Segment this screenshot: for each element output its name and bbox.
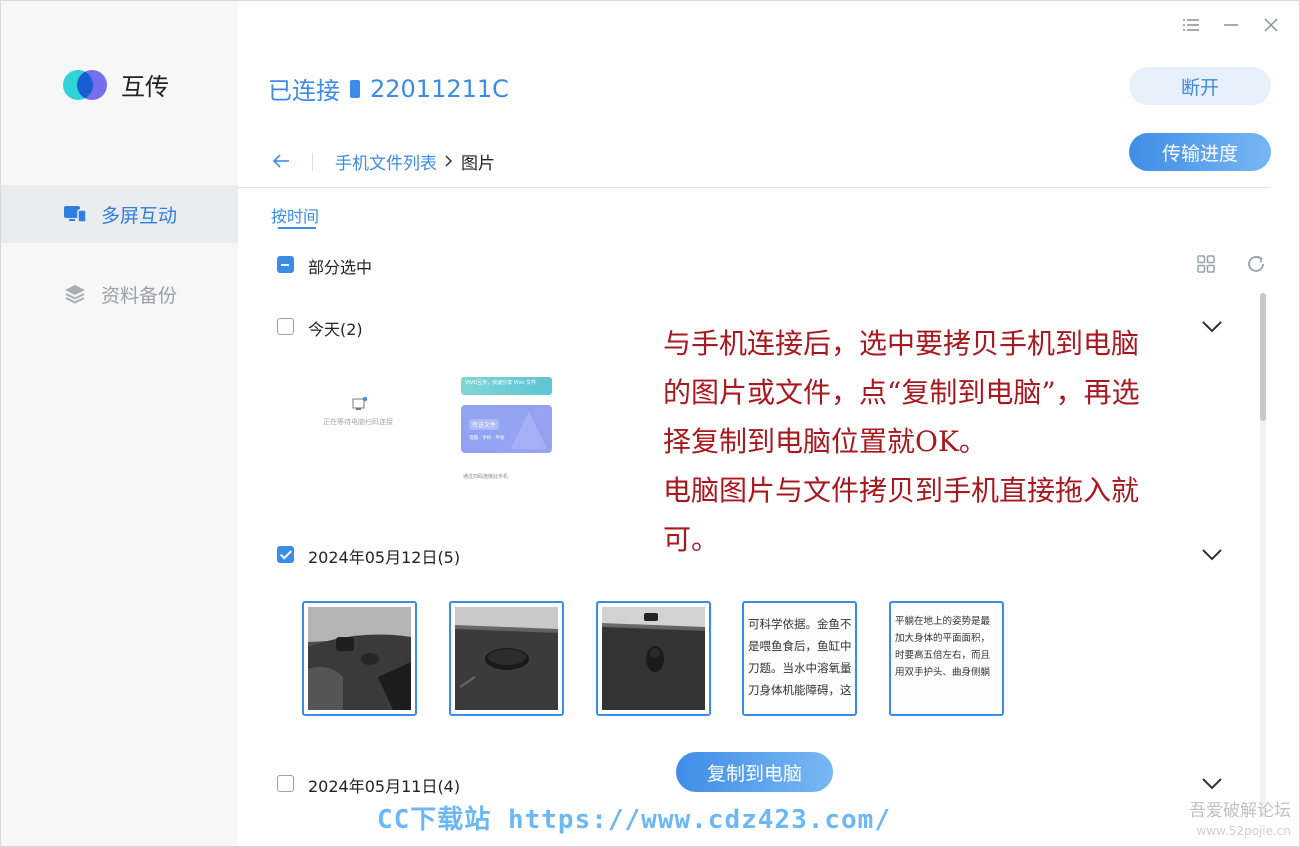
status-text: 已连接 <box>268 77 340 105</box>
group-label-0512: 2024年05月12日(5) <box>308 548 461 567</box>
thumbnail-text-line: 是喂鱼食后，鱼缸中 <box>748 639 851 653</box>
sidebar-item-label: 多屏互动 <box>101 204 178 227</box>
breadcrumb: 手机文件列表 图片 <box>272 149 495 174</box>
sidebar-item-backup[interactable]: 资料备份 <box>1 265 238 323</box>
breadcrumb-current: 图片 <box>461 154 495 174</box>
watermark-left: CC下载站 https://www.cdz423.com/ <box>377 805 891 835</box>
image-thumbnail-selected[interactable] <box>596 601 711 716</box>
refresh-icon[interactable] <box>1245 253 1267 275</box>
select-all-checkbox[interactable] <box>277 256 294 273</box>
group-label-today: 今天(2) <box>308 320 363 339</box>
image-thumbnail[interactable]: VIVO互传，快速分享 Vivo 文件 传送文件 电脑 · 手机 · 平板 通过… <box>449 373 559 483</box>
thumbnail-text-line: 可科学依据。金鱼不 <box>748 617 851 631</box>
group-label-0511: 2024年05月11日(4) <box>308 777 461 796</box>
grid-view-icon[interactable] <box>1195 253 1217 275</box>
close-icon[interactable] <box>1261 15 1281 35</box>
chevron-down-icon[interactable] <box>1201 319 1223 333</box>
group-checkbox-today[interactable] <box>277 318 294 335</box>
header-divider <box>238 187 1271 188</box>
chevron-right-icon <box>445 152 453 172</box>
image-thumbnail-selected[interactable] <box>449 601 564 716</box>
image-thumbnail[interactable]: 正在等待电脑扫码连接 <box>301 373 411 483</box>
breadcrumb-phone-files[interactable]: 手机文件列表 <box>335 149 437 174</box>
group-checkbox-0512[interactable] <box>277 546 294 563</box>
tab-indicator <box>278 227 316 229</box>
sidebar-item-label: 资料备份 <box>101 284 178 307</box>
menu-icon[interactable] <box>1181 15 1201 35</box>
copy-to-pc-button[interactable]: 复制到电脑 <box>676 752 833 792</box>
chevron-down-icon[interactable] <box>1201 547 1223 561</box>
image-thumbnail-selected[interactable]: 平躺在地上的姿势是最 加大身体的平面面积， 时要高五倍左右，而且 用双手护头、曲… <box>889 601 1004 716</box>
app-name: 互传 <box>121 73 169 101</box>
thumbnail-text-line: 时要高五倍左右，而且 <box>895 650 991 661</box>
group-checkbox-0511[interactable] <box>277 775 294 792</box>
app-logo: 互传 <box>63 67 169 102</box>
breadcrumb-divider <box>312 152 313 171</box>
app-logo-icon <box>63 68 109 102</box>
sidebar-item-multi-screen[interactable]: 多屏互动 <box>1 185 238 243</box>
monitor-icon <box>63 203 87 225</box>
app-window: 互传 多屏互动 资料备份 已连接 22011211C 断开 传输进度 手机文件列… <box>0 0 1300 847</box>
annotation-line: 电脑图片与文件拷贝到手机直接拖入就可。 <box>663 474 1140 556</box>
thumbnail-header: VIVO互传，快速分享 Vivo 文件 <box>461 377 552 395</box>
phone-icon <box>350 79 360 98</box>
thumbnail-text-line: 用双手护头、曲身侧躺 <box>895 667 991 678</box>
device-name: 22011211C <box>370 74 509 103</box>
sidebar: 互传 多屏互动 资料备份 <box>1 1 238 846</box>
thumbnail-text-line: 加大身体的平面面积， <box>895 633 991 644</box>
thumbnail-text-line: 平躺在地上的姿势是最 <box>895 616 991 627</box>
disconnect-button[interactable]: 断开 <box>1129 67 1271 105</box>
image-thumbnail-selected[interactable]: 可科学依据。金鱼不 是喂鱼食后，鱼缸中 刀题。当水中溶氧量 刀身体机能障碍，这 <box>742 601 857 716</box>
minimize-icon[interactable] <box>1221 15 1241 35</box>
image-thumbnail-selected[interactable] <box>302 601 417 716</box>
transfer-progress-button[interactable]: 传输进度 <box>1129 133 1271 171</box>
tab-by-time[interactable]: 按时间 <box>271 203 319 227</box>
view-tools <box>1195 253 1267 275</box>
instruction-annotation: 与手机连接后，选中要拷贝手机到电脑的图片或文件，点“复制到电脑”，再选择复制到电… <box>603 319 1148 564</box>
chevron-down-icon[interactable] <box>1201 776 1223 790</box>
thumbnail-footer: 通过扫码连接此手机 <box>463 474 509 480</box>
titlebar-controls <box>1181 15 1281 35</box>
scrollbar-thumb[interactable] <box>1260 293 1266 421</box>
connection-status: 已连接 22011211C <box>268 71 509 106</box>
thumbnail-text-line: 刀身体机能障碍，这 <box>748 683 851 697</box>
scrollbar[interactable] <box>1260 293 1266 818</box>
back-arrow-icon[interactable] <box>272 150 290 174</box>
layers-icon <box>63 283 87 305</box>
thumbnail-card: 传送文件 电脑 · 手机 · 平板 <box>461 405 552 453</box>
watermark-right: 吾爱破解论坛 www.52pojie.cn <box>1189 801 1291 838</box>
thumbnail-caption: 正在等待电脑扫码连接 <box>323 418 393 426</box>
thumbnail-text-line: 刀题。当水中溶氧量 <box>748 661 851 675</box>
annotation-line: 与手机连接后，选中要拷贝手机到电脑的图片或文件，点“复制到电脑”，再选择复制到电… <box>663 327 1140 458</box>
select-all-label: 部分选中 <box>308 258 373 277</box>
